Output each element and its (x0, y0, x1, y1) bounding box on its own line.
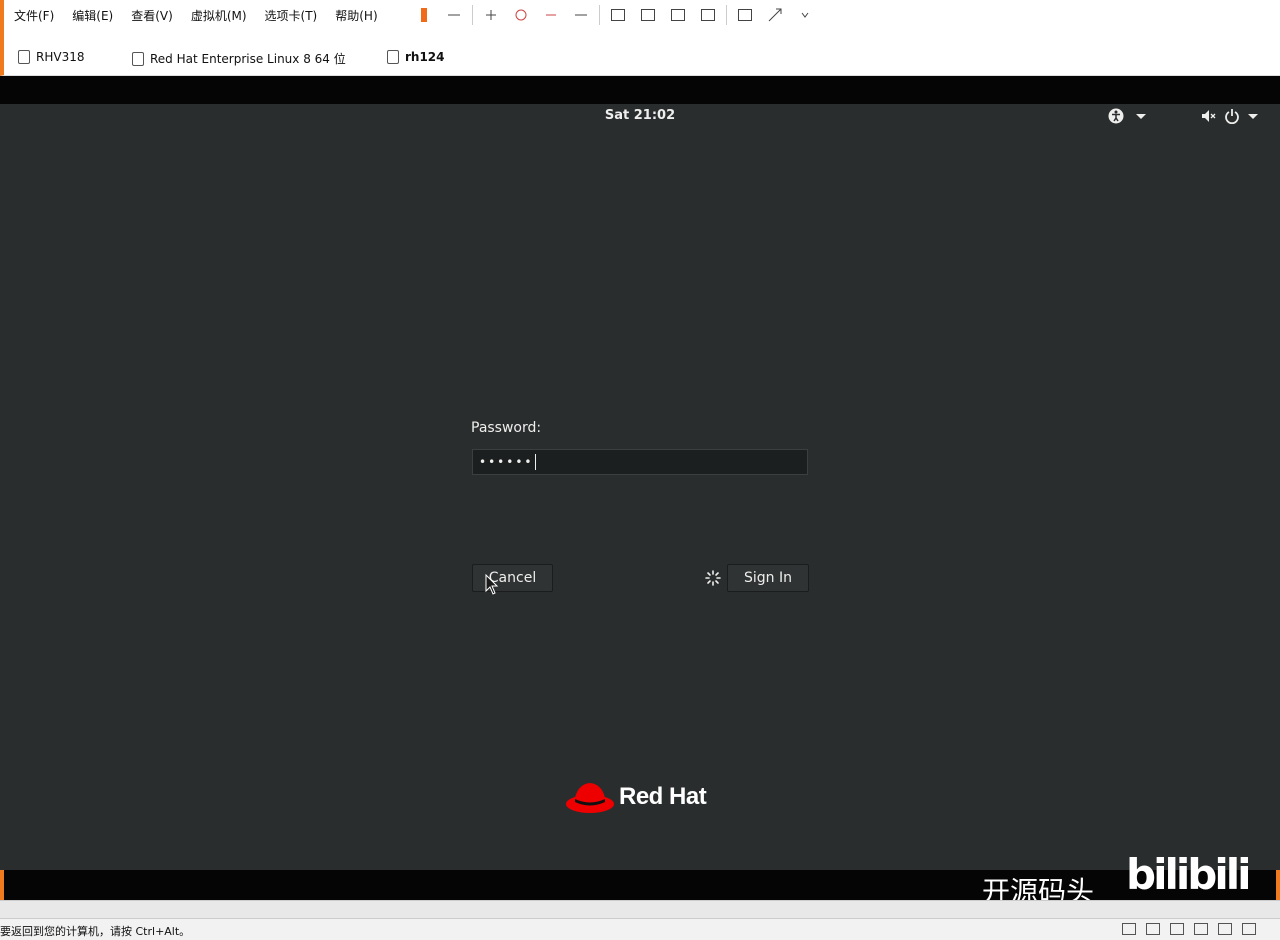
spinner-icon (705, 570, 721, 586)
manage-snapshots-icon[interactable] (569, 4, 593, 26)
system-menu[interactable] (1200, 108, 1258, 124)
status-text: 要返回到您的计算机，请按 Ctrl+Alt。 (0, 925, 191, 938)
volume-muted-icon (1202, 110, 1216, 122)
menu-edit[interactable]: 编辑(E) (72, 7, 113, 24)
menu-file[interactable]: 文件(F) (14, 7, 54, 24)
gnome-top-bar: Sat 21:02 (0, 104, 1280, 128)
text-cursor (535, 454, 537, 470)
hard-disk-icon[interactable] (1122, 923, 1136, 935)
power-icon (1225, 109, 1239, 124)
tab-label: RHV318 (36, 50, 85, 64)
vm-running-icon (387, 50, 399, 64)
tab-label: Red Hat Enterprise Linux 8 64 位 (150, 52, 346, 66)
chevron-down-icon (1136, 113, 1146, 119)
watermark-bilibili-logo: bilibili (1126, 850, 1252, 899)
sign-in-button[interactable]: Sign In (727, 564, 809, 592)
password-label: Password: (471, 420, 542, 436)
toolbar-more-icon[interactable] (793, 4, 817, 26)
sound-icon[interactable] (1218, 923, 1232, 935)
tab-label: rh124 (405, 50, 445, 64)
tab-rhel8[interactable]: Red Hat Enterprise Linux 8 64 位 (132, 50, 346, 67)
chevron-down-icon (1248, 113, 1258, 119)
snapshot-icon[interactable] (509, 4, 533, 26)
guest-top-border (0, 76, 1280, 104)
logo-text: Red Hat (619, 783, 707, 810)
toolbar-divider (599, 5, 600, 25)
vmware-tabbar: RHV318 Red Hat Enterprise Linux 8 64 位 r… (0, 32, 1280, 76)
tab-rh124[interactable]: rh124 (387, 50, 445, 64)
tab-rhv318[interactable]: RHV318 (18, 50, 84, 64)
redhat-fedora-icon (566, 783, 614, 813)
network-adapter-icon[interactable] (1170, 923, 1184, 935)
vm-icon (18, 50, 30, 64)
network-icon[interactable] (479, 4, 503, 26)
password-mask: •••••• (479, 455, 534, 469)
mouse-pointer-icon (485, 574, 499, 595)
fullscreen-icon[interactable] (763, 4, 787, 26)
library-icon[interactable] (606, 4, 630, 26)
menu-vm[interactable]: 虚拟机(M) (191, 7, 247, 24)
accessibility-menu[interactable] (1108, 108, 1146, 124)
cd-drive-icon[interactable] (1146, 923, 1160, 935)
password-input[interactable]: •••••• (472, 449, 808, 475)
toolbar-divider (726, 5, 727, 25)
stretch-guest-icon[interactable] (696, 4, 720, 26)
revert-snapshot-icon[interactable] (539, 4, 563, 26)
menu-view[interactable]: 查看(V) (131, 7, 173, 24)
menu-help[interactable]: 帮助(H) (335, 7, 377, 24)
vmware-statusbar: 要返回到您的计算机，请按 Ctrl+Alt。 (0, 918, 1280, 940)
unity-icon[interactable] (666, 4, 690, 26)
menu-tabs[interactable]: 选项卡(T) (265, 7, 318, 24)
console-view-icon[interactable] (636, 4, 660, 26)
usb-icon[interactable] (1194, 923, 1208, 935)
guest-screen[interactable]: Sat 21:02 Password: •••••• Cancel Sign I… (0, 104, 1280, 870)
display-icon[interactable] (1242, 923, 1256, 935)
horizontal-scrollbar[interactable] (0, 900, 1280, 918)
send-keys-icon[interactable] (442, 4, 466, 26)
power-icon[interactable] (412, 4, 436, 26)
vm-icon (132, 51, 144, 66)
thumbnail-icon[interactable] (733, 4, 757, 26)
vmware-toolbar (412, 4, 817, 26)
menu-items: 文件(F) 编辑(E) 查看(V) 虚拟机(M) 选项卡(T) 帮助(H) (14, 7, 378, 24)
redhat-logo: Red Hat (565, 778, 707, 816)
device-icons (1122, 923, 1256, 935)
clock[interactable]: Sat 21:02 (0, 108, 1280, 123)
accessibility-icon (1108, 108, 1124, 124)
vmware-menubar: 文件(F) 编辑(E) 查看(V) 虚拟机(M) 选项卡(T) 帮助(H) (0, 0, 1280, 32)
toolbar-divider (472, 5, 473, 25)
